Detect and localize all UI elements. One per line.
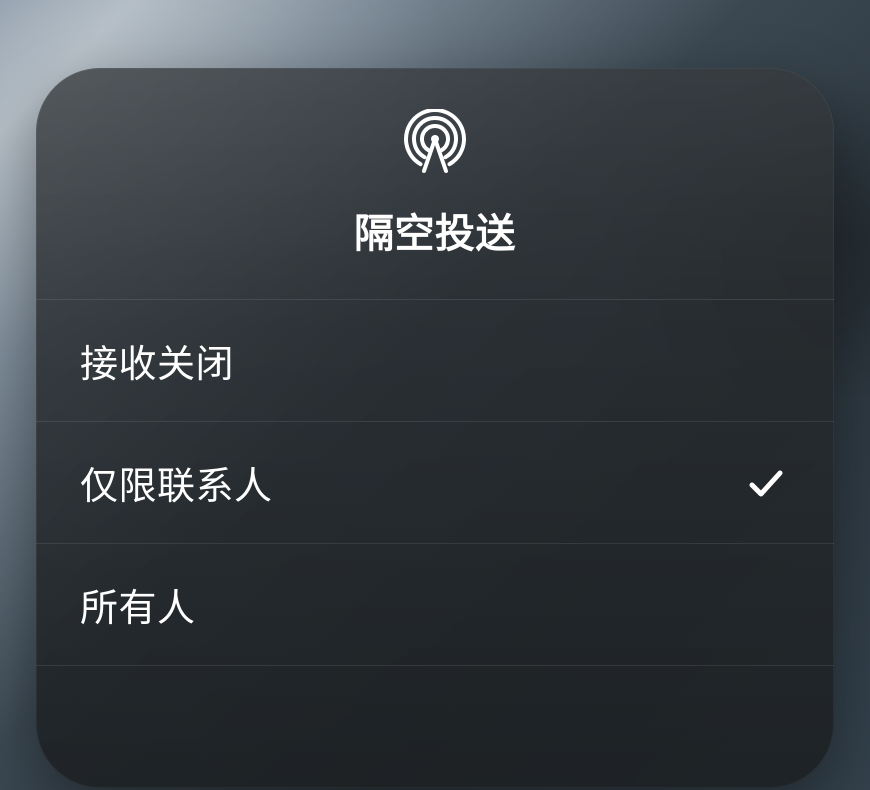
option-label: 接收关闭 — [80, 333, 234, 388]
checkmark-icon — [742, 459, 790, 507]
airdrop-settings-panel: 隔空投送 接收关闭 仅限联系人 所有人 — [36, 68, 834, 788]
option-everyone[interactable]: 所有人 — [36, 544, 834, 666]
option-receiving-off[interactable]: 接收关闭 — [36, 300, 834, 422]
airdrop-icon — [402, 109, 468, 175]
option-contacts-only[interactable]: 仅限联系人 — [36, 422, 834, 544]
panel-title: 隔空投送 — [354, 201, 516, 259]
option-label: 所有人 — [80, 577, 196, 632]
blurred-background: 隔空投送 接收关闭 仅限联系人 所有人 — [0, 0, 870, 790]
option-label: 仅限联系人 — [80, 455, 273, 510]
panel-header: 隔空投送 — [36, 68, 834, 300]
